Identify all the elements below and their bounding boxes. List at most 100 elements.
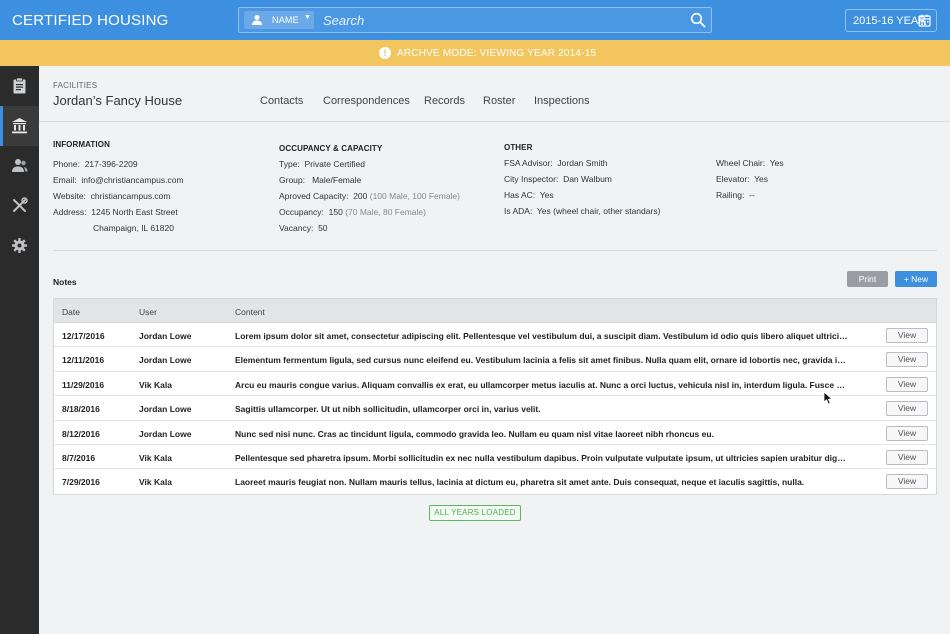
top-bar: CERTIFIED HOUSING NAME ▼ 2015-16 YEAR: [0, 0, 950, 40]
sidebar-item-people[interactable]: [0, 146, 39, 186]
breadcrumb[interactable]: FACILITIES: [53, 81, 97, 90]
building-icon: [12, 118, 27, 134]
table-row[interactable]: 11/29/2016 Vik Kala Arcu eu mauris congu…: [54, 372, 936, 397]
website-row: Website: christiancampus.com: [53, 191, 171, 201]
tab-correspondences[interactable]: Correspondences: [323, 95, 410, 107]
page-title: Jordan’s Fancy House: [53, 93, 183, 108]
clipboard-icon: [13, 77, 26, 94]
occupancy-row: Occupancy: 150 (70 Male, 80 Female): [279, 207, 426, 217]
note-content: Laoreet mauris feugiat non. Nullam mauri…: [235, 477, 805, 488]
railing-value: --: [749, 190, 755, 200]
phone-label: Phone:: [53, 159, 80, 169]
website-value[interactable]: christiancampus.com: [91, 191, 171, 201]
address-label: Address:: [53, 207, 87, 217]
search-type-label: NAME: [272, 15, 299, 25]
email-value[interactable]: info@christiancampus.com: [81, 175, 183, 185]
occupancy-heading: OCCUPANCY & CAPACITY: [279, 144, 383, 153]
vacancy-label: Vacancy:: [279, 223, 314, 233]
wheelchair-row: Wheel Chair: Yes: [716, 158, 784, 168]
table-row[interactable]: 12/17/2016 Jordan Lowe Lorem ipsum dolor…: [54, 323, 936, 348]
note-content: Lorem ipsum dolor sit amet, consectetur …: [235, 331, 849, 341]
table-row[interactable]: 7/29/2016 Vik Kala Laoreet mauris feugia…: [54, 469, 936, 493]
chevron-down-icon: ▼: [304, 14, 311, 21]
address-row: Address: 1245 North East Street: [53, 207, 178, 217]
sidebar-item-clipboard[interactable]: [0, 66, 39, 106]
ac-row: Has AC: Yes: [504, 190, 554, 200]
phone-value: 217-396-2209: [84, 159, 138, 169]
email-label: Email:: [53, 175, 77, 185]
capacity-row: Aproved Capacity: 200 (100 Male, 100 Fem…: [279, 191, 460, 201]
table-row[interactable]: 12/11/2016 Jordan Lowe Elementum ferment…: [54, 347, 936, 372]
type-row: Type: Private Certified: [279, 159, 365, 169]
sidebar-item-settings[interactable]: [0, 226, 39, 266]
note-content: Nunc sed nisi nunc. Cras ac tincidunt li…: [235, 428, 714, 439]
sidebar-item-facilities[interactable]: [0, 106, 39, 146]
address-line2: Champaign, IL 61820: [93, 223, 174, 233]
table-row[interactable]: 8/12/2016 Jordan Lowe Nunc sed nisi nunc…: [54, 421, 936, 445]
search-input[interactable]: [323, 12, 673, 28]
elevator-value: Yes: [754, 174, 768, 184]
fsa-label: FSA Advisor:: [504, 158, 553, 168]
tab-records[interactable]: Records: [424, 95, 465, 107]
elevator-row: Elevator: Yes: [716, 174, 768, 184]
year-selector[interactable]: 2015-16 YEAR: [845, 9, 937, 32]
view-button[interactable]: View: [886, 474, 928, 490]
column-header-date[interactable]: Date: [62, 307, 80, 317]
ac-value: Yes: [539, 190, 554, 200]
sidebar: [0, 66, 39, 634]
view-button[interactable]: View: [886, 449, 928, 465]
note-user: Jordan Lowe: [139, 428, 192, 439]
capacity-value: 200: [353, 191, 368, 201]
ada-value: Yes (wheel chair, other standars): [536, 206, 661, 216]
notes-table: Date User Content 12/17/2016 Jordan Lowe…: [53, 298, 937, 495]
table-row[interactable]: 8/18/2016 Jordan Lowe Sagittis ullamcorp…: [54, 396, 936, 421]
all-years-loaded-badge: ALL YEARS LOADED: [429, 505, 521, 521]
view-button[interactable]: View: [886, 425, 928, 441]
phone-row: Phone: 217-396-2209: [53, 159, 138, 169]
ada-label: Is ADA:: [504, 206, 533, 216]
user-icon: [252, 15, 262, 25]
occupancy-label: Occupancy:: [279, 207, 324, 217]
note-date: 8/12/2016: [62, 428, 100, 439]
tab-roster[interactable]: Roster: [483, 95, 515, 107]
search-type-dropdown[interactable]: NAME ▼: [244, 11, 314, 29]
search-icon[interactable]: [690, 12, 706, 28]
new-note-button[interactable]: + New: [895, 271, 937, 287]
app-title[interactable]: CERTIFIED HOUSING: [12, 12, 168, 29]
mouse-cursor-icon: [823, 391, 833, 405]
other-heading: OTHER: [504, 143, 533, 152]
vacancy-row: Vacancy: 50: [279, 223, 328, 233]
view-button[interactable]: View: [886, 376, 928, 392]
note-user: Vik Kala: [139, 452, 172, 463]
tab-inspections[interactable]: Inspections: [534, 95, 590, 107]
note-date: 8/18/2016: [62, 404, 100, 415]
capacity-detail: (100 Male, 100 Female): [369, 191, 460, 201]
occupancy-detail: (70 Male, 80 Female): [345, 207, 426, 217]
inspector-row: City Inspector: Dan Walbum: [504, 174, 612, 184]
note-content: Sagittis ullamcorper. Ut ut nibh sollici…: [235, 404, 541, 415]
note-content: Arcu eu mauris congue varius. Aliquam co…: [235, 379, 849, 390]
elevator-label: Elevator:: [716, 174, 750, 184]
fsa-row: FSA Advisor: Jordan Smith: [504, 158, 608, 168]
table-row[interactable]: 8/7/2016 Vik Kala Pellentesque sed phare…: [54, 445, 936, 470]
view-button[interactable]: View: [886, 328, 928, 343]
note-user: Vik Kala: [139, 379, 172, 390]
tab-contacts[interactable]: Contacts: [260, 95, 303, 107]
railing-label: Railing:: [716, 190, 745, 200]
group-value: Male/Female: [312, 175, 362, 185]
notes-heading: Notes: [53, 277, 77, 287]
header-divider: [39, 121, 950, 122]
search-bar: NAME ▼: [238, 7, 712, 33]
note-date: 12/17/2016: [62, 331, 105, 341]
sidebar-item-tools[interactable]: [0, 186, 39, 226]
table-header: Date User Content: [54, 299, 936, 323]
column-header-content[interactable]: Content: [235, 307, 265, 317]
vacancy-value: 50: [318, 223, 328, 233]
view-button[interactable]: View: [886, 352, 928, 368]
column-header-user[interactable]: User: [139, 307, 157, 317]
print-button[interactable]: Print: [847, 271, 888, 287]
address-line1: 1245 North East Street: [91, 207, 178, 217]
view-button[interactable]: View: [886, 401, 928, 417]
note-date: 11/29/2016: [62, 379, 105, 390]
note-content: Elementum fermentum ligula, sed cursus n…: [235, 355, 849, 366]
